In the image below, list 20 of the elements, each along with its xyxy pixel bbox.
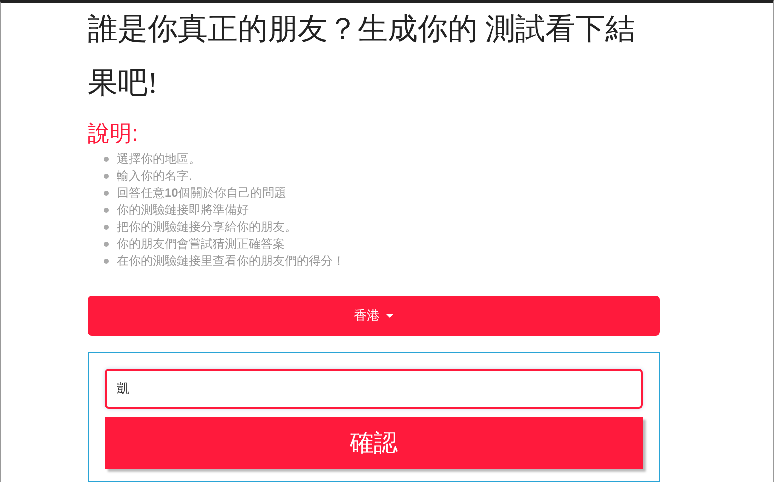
instruction-text: 輸入你的名字.: [117, 168, 192, 185]
page-title: 誰是你真正的朋友？生成你的 測試看下結果吧!: [88, 12, 636, 102]
bullet-icon: [104, 208, 109, 213]
bullet-icon: [104, 157, 109, 162]
bullet-icon: [104, 191, 109, 196]
instruction-text: 回答任意10個關於你自己的問題: [117, 185, 286, 202]
bullet-icon: [104, 174, 109, 179]
bullet-icon: [104, 242, 109, 247]
instruction-text: 你的測驗鏈接即將準備好: [117, 202, 249, 219]
instruction-text: 在你的測驗鏈接里查看你的朋友們的得分！: [117, 253, 345, 270]
region-dropdown[interactable]: 香港: [88, 296, 660, 336]
name-input[interactable]: 凱: [105, 369, 643, 409]
bullet-icon: [104, 259, 109, 264]
bullet-icon: [104, 225, 109, 230]
instruction-text: 把你的測驗鏈接分享給你的朋友。: [117, 219, 297, 236]
instruction-text: 你的朋友們會嘗試猜測正確答案: [117, 236, 285, 253]
confirm-button[interactable]: 確認: [105, 417, 643, 469]
caret-icon: [386, 314, 394, 318]
instructions-heading: 說明:: [88, 120, 140, 148]
instruction-text: 選擇你的地區。: [117, 151, 201, 168]
